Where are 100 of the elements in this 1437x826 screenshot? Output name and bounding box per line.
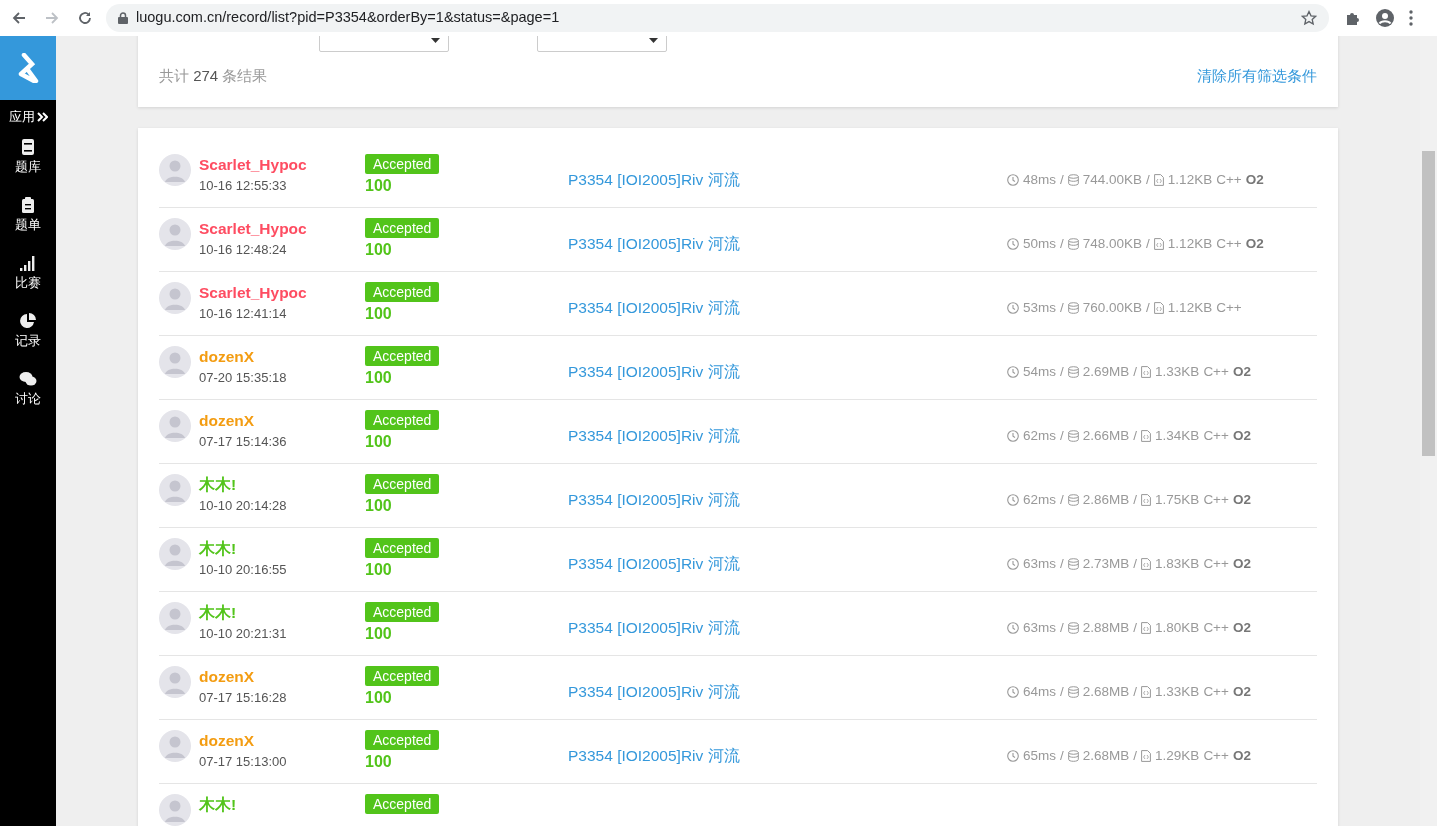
back-icon[interactable] [11,10,27,26]
problem-link[interactable]: P3354 [IOI2005]Riv 河流 [568,296,1007,320]
memory: 2.66MB [1082,426,1130,445]
user-name[interactable]: 木木! [199,473,365,496]
clear-filters-link[interactable]: 清除所有筛选条件 [1197,65,1317,88]
code-size: 1.34KB [1155,426,1200,445]
avatar-icon[interactable] [159,409,191,442]
code-size: 1.80KB [1155,618,1200,637]
user-name[interactable]: 木木! [199,537,365,560]
sidebar-item[interactable]: 讨论 [15,369,41,406]
user-name[interactable]: dozenX [199,665,365,688]
separator: / [1146,234,1150,253]
status-badge: Accepted [365,153,440,174]
chevrons-icon [36,111,48,122]
database-icon [1067,686,1079,698]
clipboard-icon [19,195,37,214]
sidebar-item[interactable]: 题库 [15,137,41,174]
runtime: 48ms [1023,170,1056,189]
code-size: 1.83KB [1155,554,1200,573]
book-icon [19,137,37,156]
runtime: 65ms [1023,746,1056,765]
code-file-icon [1141,750,1152,762]
user-name[interactable]: Scarlet_Hypoc [199,217,365,240]
problem-link[interactable]: P3354 [IOI2005]Riv 河流 [568,552,1007,576]
status-badge: Accepted [365,473,440,494]
clock-icon [1007,750,1019,762]
reload-icon[interactable] [77,10,93,26]
memory: 2.68MB [1082,746,1130,765]
avatar-icon[interactable] [159,793,191,826]
status-badge: Accepted [365,665,440,686]
avatar-icon[interactable] [159,473,191,506]
o2-label: O2 [1232,746,1251,765]
user-name[interactable]: Scarlet_Hypoc [199,281,365,304]
submit-time: 10-10 20:16:55 [199,560,288,579]
problem-link[interactable]: P3354 [IOI2005]Riv 河流 [568,488,1007,512]
runtime: 53ms [1023,298,1056,317]
avatar-icon[interactable] [159,153,191,186]
address-bar[interactable]: luogu.com.cn/record/list?pid=P3354&orderBy=1&status=&page=1 [106,4,1329,32]
memory: 744.00KB [1082,170,1143,189]
runtime: 62ms [1023,426,1056,445]
separator: / [1060,426,1064,445]
forward-icon[interactable] [44,10,60,26]
url-text: luogu.com.cn/record/list?pid=P3354&orderBy=1&status=&page=1 [136,8,561,28]
problem-link[interactable]: P3354 [IOI2005]Riv 河流 [568,616,1007,640]
problem-link[interactable]: P3354 [IOI2005]Riv 河流 [568,744,1007,768]
problem-link[interactable]: P3354 [IOI2005]Riv 河流 [568,168,1007,192]
user-name[interactable]: Scarlet_Hypoc [199,153,365,176]
separator: / [1060,234,1064,253]
runtime: 64ms [1023,682,1056,701]
language: C++ [1203,554,1229,573]
apps-toggle[interactable]: 应用 [8,107,48,127]
problem-link[interactable]: P3354 [IOI2005]Riv 河流 [568,680,1007,704]
avatar-icon[interactable] [159,729,191,762]
separator: / [1060,618,1064,637]
code-size: 1.75KB [1155,490,1200,509]
user-name[interactable]: 木木! [199,601,365,624]
menu-icon[interactable] [1409,10,1413,26]
separator: / [1146,298,1150,317]
score: 100 [365,623,392,644]
sidebar-item[interactable]: 比赛 [15,253,41,290]
avatar-icon[interactable] [159,281,191,314]
code-file-icon [1141,366,1152,378]
scrollbar-thumb[interactable] [1422,151,1435,456]
avatar-icon[interactable] [159,665,191,698]
puzzle-icon[interactable] [1345,10,1361,26]
avatar-icon[interactable] [159,345,191,378]
user-name[interactable]: 木木! [199,793,365,816]
problem-link[interactable]: P3354 [IOI2005]Riv 河流 [568,424,1007,448]
avatar-icon[interactable] [159,217,191,250]
sidebar-item[interactable]: 记录 [15,311,41,348]
user-name[interactable]: dozenX [199,345,365,368]
runtime: 63ms [1023,554,1056,573]
star-icon[interactable] [1301,10,1317,26]
o2-label: O2 [1232,490,1251,509]
code-file-icon [1153,302,1164,314]
database-icon [1067,558,1079,570]
problem-link[interactable]: P3354 [IOI2005]Riv 河流 [568,232,1007,256]
code-size: 1.29KB [1155,746,1200,765]
submit-time: 10-16 12:55:33 [199,176,288,195]
sidebar-item[interactable]: 题单 [15,195,41,232]
status-badge: Accepted [365,793,440,814]
language: C++ [1203,746,1229,765]
avatar-icon[interactable] [159,537,191,570]
submit-time: 07-17 15:14:36 [199,432,288,451]
separator: / [1133,746,1138,765]
separator: / [1060,554,1064,573]
clock-icon [1007,430,1019,442]
score: 100 [365,303,392,324]
avatar-icon[interactable] [159,601,191,634]
user-name[interactable]: dozenX [199,729,365,752]
o2-label: O2 [1232,554,1251,573]
problem-link[interactable]: P3354 [IOI2005]Riv 河流 [568,360,1007,384]
database-icon [1067,366,1079,378]
chat-bubbles-icon [19,369,37,388]
status-badge: Accepted [365,217,440,238]
logo-tile[interactable] [0,36,56,100]
user-name[interactable]: dozenX [199,409,365,432]
separator: / [1133,426,1138,445]
runtime: 50ms [1023,234,1056,253]
account-icon[interactable] [1375,8,1395,28]
